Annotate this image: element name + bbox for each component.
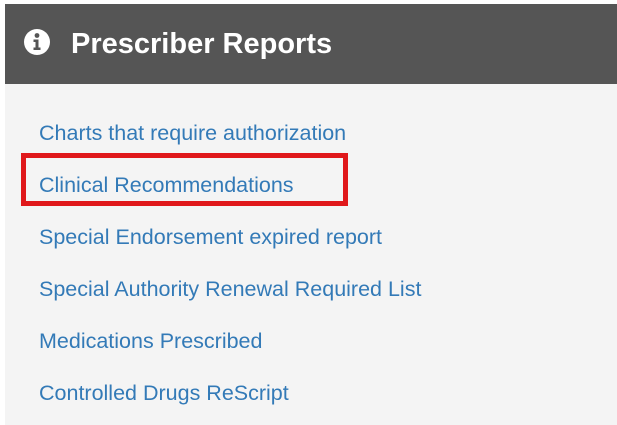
panel-title: Prescriber Reports [71,28,333,60]
list-item: Controlled Drugs ReScript [39,373,289,413]
panel-header: Prescriber Reports [5,4,617,84]
list-item: Special Endorsement expired report [39,217,382,257]
medications-prescribed-link[interactable]: Medications Prescribed [39,329,262,353]
clinical-recommendations-link[interactable]: Clinical Recommendations [39,173,294,197]
prescriber-reports-panel: Prescriber Reports Charts that require a… [5,4,617,425]
list-item: Medications Prescribed [39,321,262,361]
special-authority-renewal-required-list-link[interactable]: Special Authority Renewal Required List [39,277,421,301]
charts-require-authorization-link[interactable]: Charts that require authorization [39,121,346,145]
special-endorsement-expired-report-link[interactable]: Special Endorsement expired report [39,225,382,249]
list-item: Charts that require authorization [39,113,346,153]
info-circle-icon [24,29,50,55]
list-item: Special Authority Renewal Required List [39,269,421,309]
controlled-drugs-rescript-link[interactable]: Controlled Drugs ReScript [39,381,289,405]
list-item: Clinical Recommendations [39,165,294,205]
